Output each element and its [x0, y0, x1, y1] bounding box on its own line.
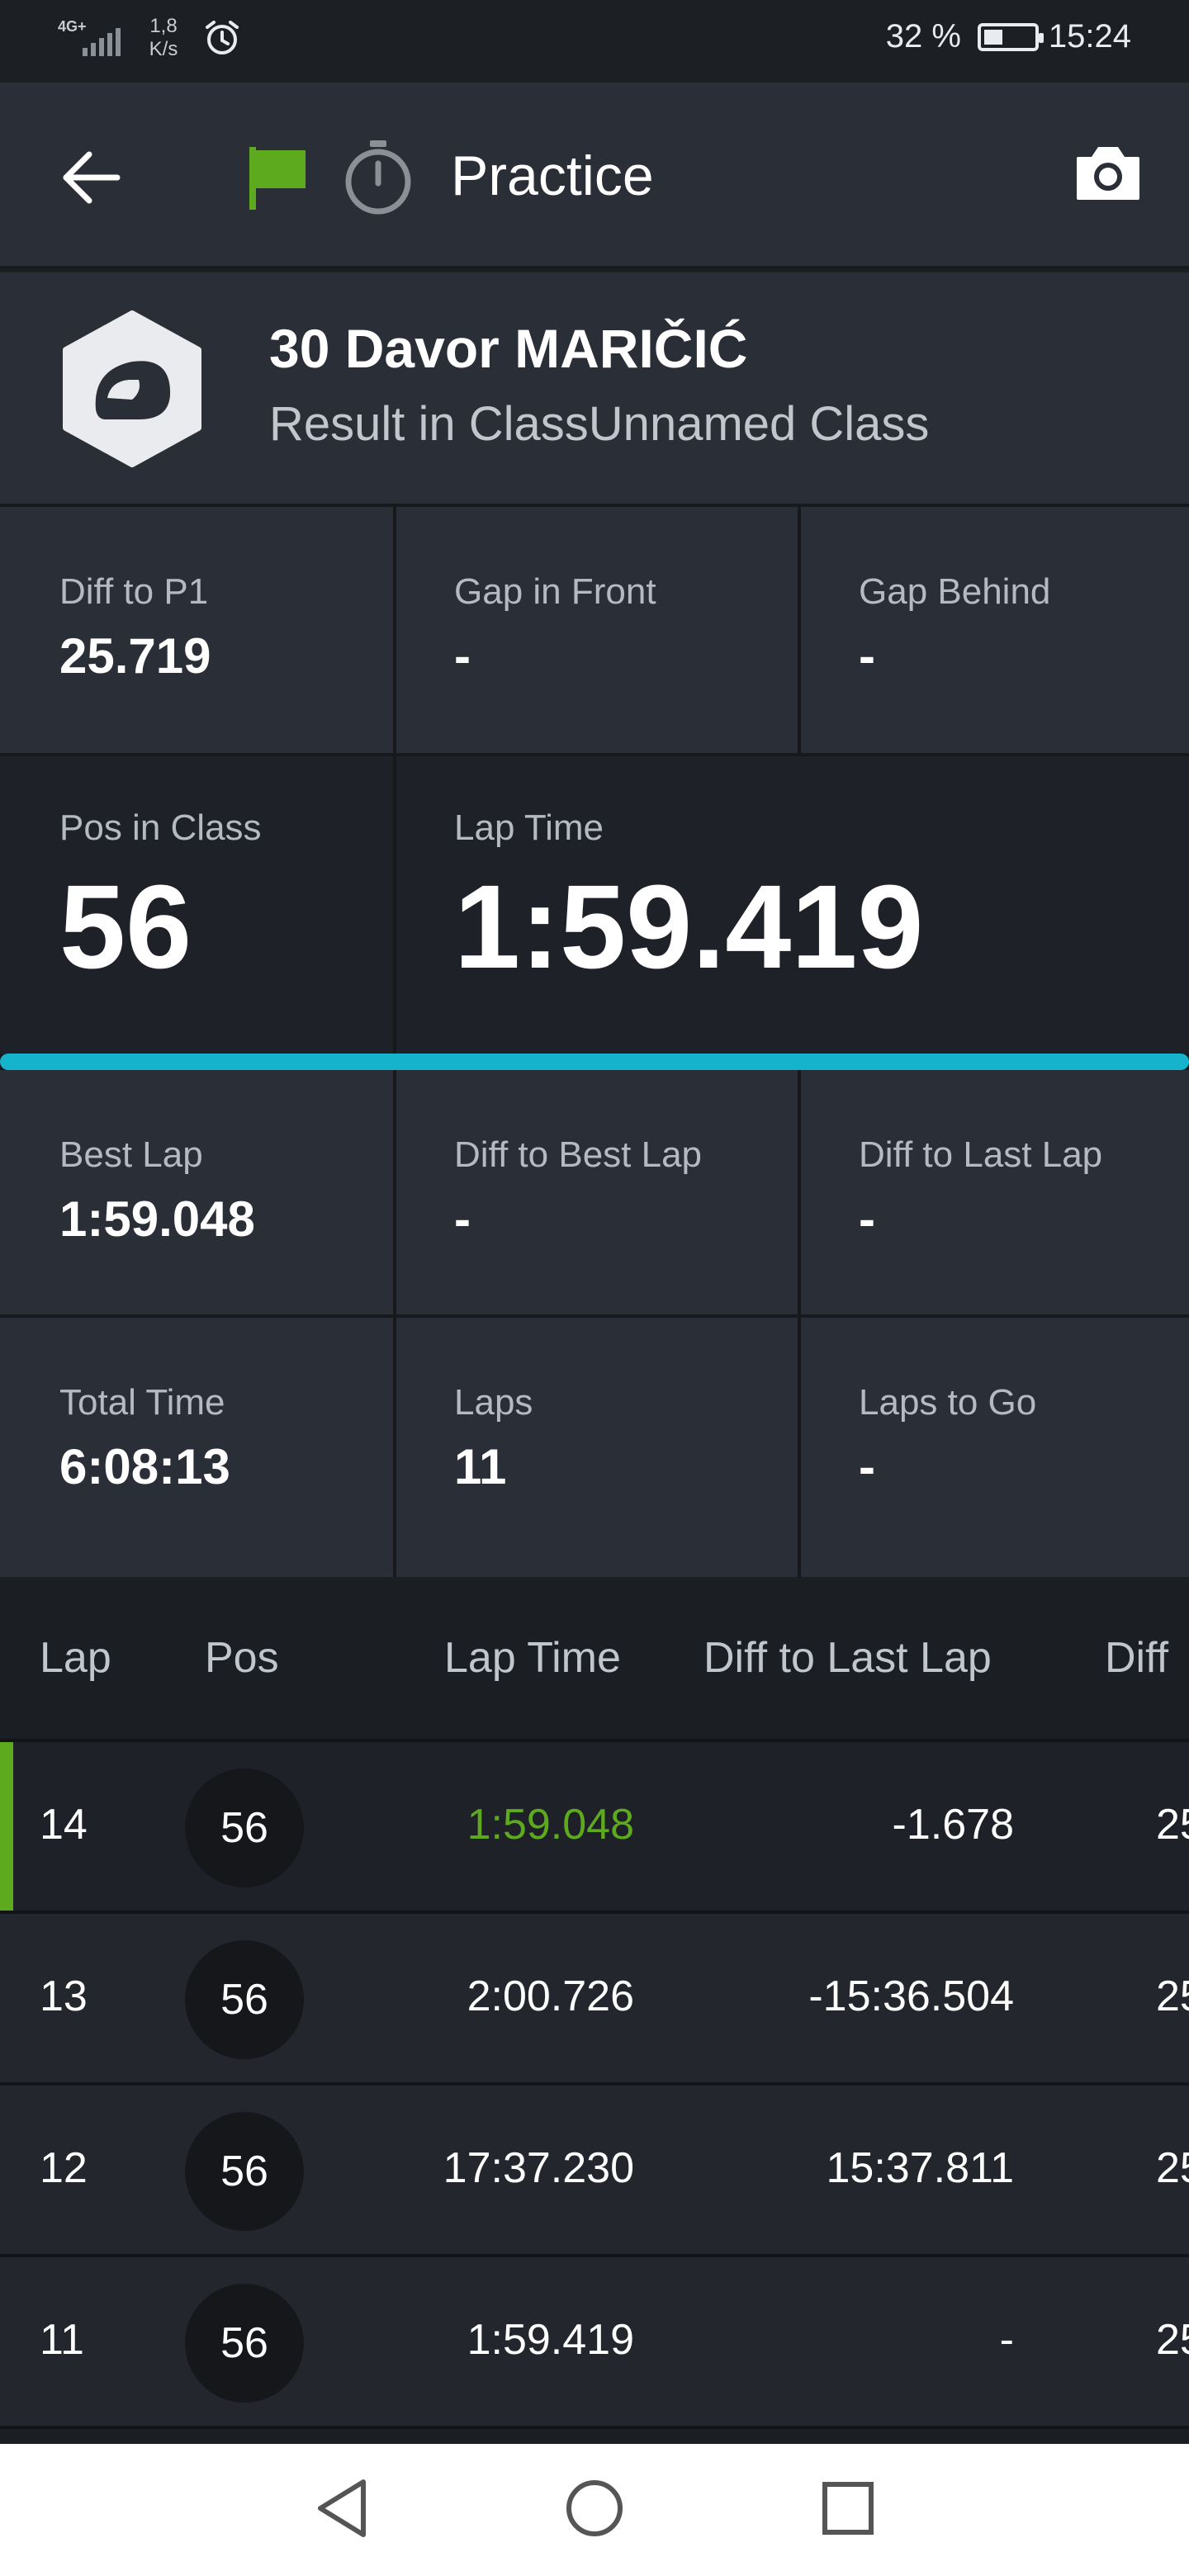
- cell-pos: 56: [185, 1940, 304, 2059]
- stat-lap-time: Lap Time 1:59.419: [396, 756, 1189, 1054]
- stat-label: Laps: [454, 1382, 533, 1423]
- stat-laps-to-go: Laps to Go -: [801, 1318, 1189, 1577]
- rider-name: 30 Davor MARIČIĆ: [269, 318, 748, 379]
- stat-gap-in-front: Gap in Front -: [396, 507, 801, 756]
- stat-pos-in-class: Pos in Class 56: [0, 756, 396, 1054]
- stat-label: Diff to P1: [59, 571, 209, 612]
- stat-value: -: [859, 1191, 875, 1247]
- lap-table: Lap Pos Lap Time Diff to Last Lap Diff 1…: [0, 1577, 1189, 2429]
- stats-row-laps: Best Lap 1:59.048 Diff to Best Lap - Dif…: [0, 1070, 1189, 1318]
- net-speed-value: 1,8: [149, 15, 178, 37]
- cell-lap: 11: [40, 2316, 84, 2364]
- best-lap-marker: [0, 1742, 13, 1911]
- stat-total-time: Total Time 6:08:13: [0, 1318, 396, 1577]
- net-speed-unit: K/s: [149, 38, 178, 60]
- circle-home-icon[interactable]: [565, 2477, 624, 2540]
- status-bar: 4G+ 1,8 K/s 32 % 15:24: [0, 0, 1189, 83]
- table-row[interactable]: 12 56 17:37.230 15:37.811 25: [0, 2086, 1189, 2257]
- stat-label: Best Lap: [59, 1134, 203, 1175]
- cell-diff: 25: [1156, 2316, 1189, 2364]
- stat-label: Lap Time: [454, 807, 604, 848]
- stat-label: Gap in Front: [454, 571, 656, 612]
- table-row[interactable]: 13 56 2:00.726 -15:36.504 25: [0, 1914, 1189, 2086]
- stat-value: -: [859, 1439, 875, 1494]
- stat-value: 6:08:13: [59, 1439, 230, 1494]
- alarm-icon: [206, 21, 239, 54]
- stat-label: Laps to Go: [859, 1382, 1037, 1423]
- column-header-lap[interactable]: Lap: [40, 1633, 111, 1683]
- stat-label: Pos in Class: [59, 807, 262, 848]
- cell-diff-to-last-lap: 15:37.811: [826, 2144, 1014, 2192]
- column-header-diff[interactable]: Diff: [1105, 1633, 1168, 1683]
- cell-diff-to-last-lap: -: [999, 2316, 1014, 2364]
- stat-value: 1:59.048: [59, 1191, 255, 1247]
- green-flag-icon: [249, 147, 306, 210]
- stat-value: -: [454, 1191, 471, 1247]
- cell-pos: 56: [185, 1769, 304, 1887]
- table-header: Lap Pos Lap Time Diff to Last Lap Diff: [0, 1577, 1189, 1742]
- table-row[interactable]: 11 56 1:59.419 - 25: [0, 2257, 1189, 2429]
- triangle-back-icon[interactable]: [314, 2477, 372, 2540]
- stat-value: -: [454, 628, 471, 684]
- column-header-pos[interactable]: Pos: [205, 1633, 279, 1683]
- cell-diff: 25: [1156, 1801, 1189, 1849]
- stat-label: Diff to Best Lap: [454, 1134, 703, 1175]
- stat-value: 25.719: [59, 628, 211, 684]
- cell-diff-to-last-lap: -15:36.504: [808, 1972, 1014, 2020]
- stat-value: -: [859, 628, 875, 684]
- column-header-diff-to-last-lap[interactable]: Diff to Last Lap: [703, 1633, 992, 1683]
- camera-icon[interactable]: [1073, 142, 1143, 205]
- stat-best-lap: Best Lap 1:59.048: [0, 1070, 396, 1318]
- app-bar: Practice: [0, 83, 1189, 269]
- cell-lap: 14: [40, 1801, 88, 1849]
- cell-lap-time: 1:59.419: [467, 2316, 634, 2364]
- stat-value: 11: [454, 1439, 507, 1494]
- square-recents-icon[interactable]: [821, 2477, 875, 2540]
- rider-class: Result in ClassUnnamed Class: [269, 397, 930, 451]
- stats-row-gaps: Diff to P1 25.719 Gap in Front - Gap Beh…: [0, 507, 1189, 756]
- cell-diff-to-last-lap: -1.678: [892, 1801, 1014, 1849]
- cell-pos: 56: [185, 2284, 304, 2403]
- system-nav-bar: [0, 2444, 1189, 2576]
- column-header-lap-time[interactable]: Lap Time: [444, 1633, 621, 1683]
- table-row[interactable]: 14 56 1:59.048 -1.678 25: [0, 1742, 1189, 1914]
- lap-progress-fill: [0, 1054, 1189, 1070]
- cell-lap: 12: [40, 2144, 88, 2192]
- page-title: Practice: [451, 144, 654, 207]
- stat-diff-to-best-lap: Diff to Best Lap -: [396, 1070, 801, 1318]
- cell-diff: 25: [1156, 2144, 1189, 2192]
- stat-value-large: 1:59.419: [454, 860, 924, 993]
- stat-diff-to-last-lap: Diff to Last Lap -: [801, 1070, 1189, 1318]
- stat-label: Diff to Last Lap: [859, 1134, 1103, 1175]
- battery-percent: 32 %: [885, 18, 961, 54]
- stat-gap-behind: Gap Behind -: [801, 507, 1189, 756]
- cell-diff: 25: [1156, 1972, 1189, 2020]
- clock: 15:24: [1048, 18, 1131, 54]
- rider-header: 30 Davor MARIČIĆ Result in ClassUnnamed …: [0, 272, 1189, 507]
- battery-icon: [977, 22, 1044, 51]
- back-arrow-icon[interactable]: [58, 140, 132, 215]
- signal-icon: 4G+: [58, 15, 122, 61]
- stat-laps: Laps 11: [396, 1318, 801, 1577]
- stopwatch-icon: [345, 140, 411, 215]
- stat-label: Gap Behind: [859, 571, 1051, 612]
- cell-lap-time: 2:00.726: [467, 1972, 634, 2020]
- cell-lap-time: 17:37.230: [443, 2144, 634, 2192]
- stat-label: Total Time: [59, 1382, 225, 1423]
- helmet-icon: [63, 310, 201, 467]
- lap-progress-bar: [0, 1054, 1189, 1070]
- cell-lap: 13: [40, 1972, 88, 2020]
- cell-pos: 56: [185, 2112, 304, 2231]
- stat-diff-to-p1: Diff to P1 25.719: [0, 507, 396, 756]
- stats-row-position: Pos in Class 56 Lap Time 1:59.419: [0, 756, 1189, 1054]
- net-speed: 1,8 K/s: [139, 15, 188, 61]
- stat-value-large: 56: [59, 860, 192, 993]
- cell-lap-time: 1:59.048: [467, 1801, 634, 1849]
- stats-row-totals: Total Time 6:08:13 Laps 11 Laps to Go -: [0, 1318, 1189, 1577]
